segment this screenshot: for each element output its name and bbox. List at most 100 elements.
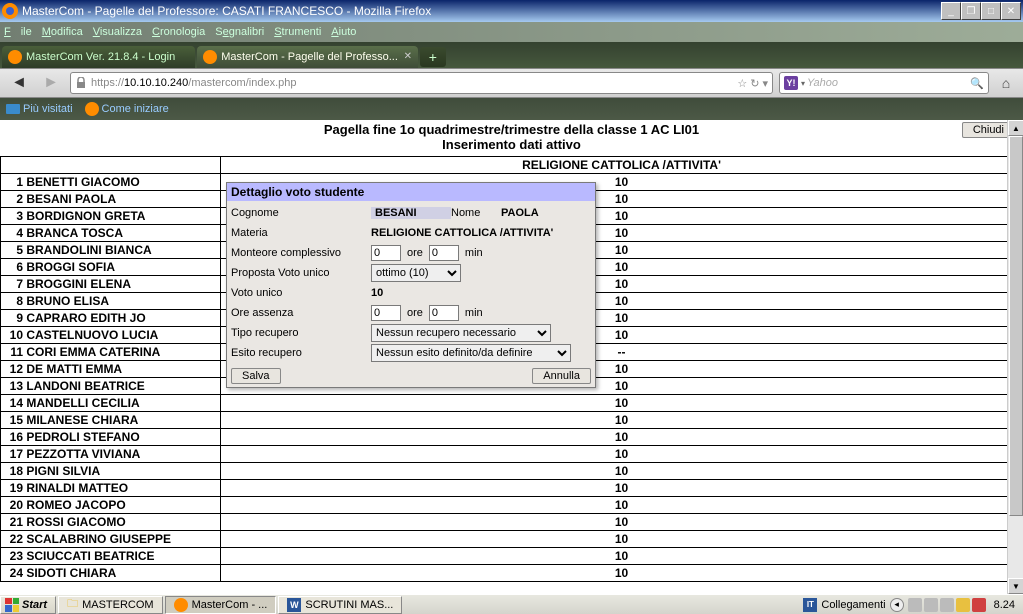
ore-label: ore — [407, 247, 423, 259]
menu-file[interactable]: File — [4, 26, 32, 38]
url-path: /mastercom/index.php — [188, 77, 296, 89]
tray-icon[interactable] — [924, 598, 938, 612]
taskbar-item-word[interactable]: W SCRUTINI MAS... — [278, 596, 402, 614]
home-button[interactable]: ⌂ — [995, 72, 1017, 94]
tray-icon[interactable] — [956, 598, 970, 612]
materia-value: RELIGIONE CATTOLICA /ATTIVITA' — [371, 227, 553, 239]
min-label: min — [465, 247, 483, 259]
cognome-value: BESANI — [371, 207, 451, 219]
language-indicator[interactable]: IT — [803, 598, 817, 612]
system-tray: IT Collegamenti ◂ 8.24 — [803, 598, 1023, 612]
student-name-cell: 7 BROGGINI ELENA — [1, 276, 221, 293]
nome-value: PAOLA — [501, 207, 539, 219]
bookmark-getting-started[interactable]: Come iniziare — [85, 102, 169, 116]
menu-visualizza[interactable]: Visualizza — [93, 26, 142, 38]
student-name-cell: 18 PIGNI SILVIA — [1, 463, 221, 480]
forward-button[interactable]: ► — [38, 72, 64, 94]
close-window-button[interactable]: ✕ — [1001, 2, 1021, 20]
table-row[interactable]: 23 SCIUCCATI BEATRICE10 — [1, 548, 1023, 565]
esito-select[interactable]: Nessun esito definito/da definire — [371, 344, 571, 362]
menu-cronologia[interactable]: Cronologia — [152, 26, 205, 38]
minimize-button[interactable]: _ — [941, 2, 961, 20]
menu-modifica[interactable]: Modifica — [42, 26, 83, 38]
scroll-up-button[interactable]: ▲ — [1008, 120, 1023, 136]
materia-label: Materia — [231, 227, 371, 239]
student-name-cell: 21 ROSSI GIACOMO — [1, 514, 221, 531]
window-title: MasterCom - Pagelle del Professore: CASA… — [22, 4, 941, 18]
page-title: Pagella fine 1o quadrimestre/trimestre d… — [324, 122, 699, 137]
tray-icon[interactable] — [908, 598, 922, 612]
tray-expand-icon[interactable]: ◂ — [890, 598, 904, 612]
student-name-cell: 3 BORDIGNON GRETA — [1, 208, 221, 225]
browser-tab-2[interactable]: MasterCom - Pagelle del Professo... ✕ — [197, 46, 418, 68]
student-grade-cell: 10 — [221, 497, 1023, 514]
tab-label: MasterCom - Pagelle del Professo... — [221, 51, 398, 63]
taskbar-item-folder[interactable]: 🗀 MASTERCOM — [58, 596, 163, 614]
student-detail-dialog: Dettaglio voto studente Cognome BESANI N… — [226, 182, 596, 388]
esito-label: Esito recupero — [231, 347, 371, 359]
url-host: 10.10.10.240 — [124, 77, 188, 89]
maximize-button[interactable]: □ — [981, 2, 1001, 20]
menu-aiuto[interactable]: Aiuto — [331, 26, 356, 38]
scroll-down-button[interactable]: ▼ — [1008, 578, 1023, 594]
table-row[interactable]: 14 MANDELLI CECILIA10 — [1, 395, 1023, 412]
table-row[interactable]: 17 PEZZOTTA VIVIANA10 — [1, 446, 1023, 463]
folder-icon: 🗀 — [67, 595, 78, 614]
firefox-icon — [203, 50, 217, 64]
vertical-scrollbar[interactable]: ▲ ▼ — [1007, 120, 1023, 594]
nav-toolbar: ◄ ► https://10.10.10.240/mastercom/index… — [0, 68, 1023, 98]
windows-flag-icon — [5, 598, 19, 612]
browser-tab-1[interactable]: MasterCom Ver. 21.8.4 - Login — [2, 46, 195, 68]
url-scheme: https:// — [91, 77, 124, 89]
table-row[interactable]: 16 PEDROLI STEFANO10 — [1, 429, 1023, 446]
close-tab-icon[interactable]: ✕ — [402, 50, 414, 62]
bookmark-star-icon[interactable]: ☆ — [737, 77, 747, 90]
menu-strumenti[interactable]: Strumenti — [274, 26, 321, 38]
scroll-thumb[interactable] — [1009, 136, 1023, 516]
table-row[interactable]: 19 RINALDI MATTEO10 — [1, 480, 1023, 497]
url-dropdown-icon[interactable]: ▾ — [762, 77, 768, 90]
col-name-header — [1, 157, 221, 174]
url-bar[interactable]: https://10.10.10.240/mastercom/index.php… — [70, 72, 773, 94]
menu-segnalibri[interactable]: Segnalibri — [215, 26, 264, 38]
engine-dropdown-icon[interactable]: ▾ — [801, 79, 805, 88]
search-placeholder: Yahoo — [807, 77, 838, 89]
search-box[interactable]: Y! ▾ Yahoo 🔍 — [779, 72, 989, 94]
save-button[interactable]: Salva — [231, 368, 281, 384]
proposta-select[interactable]: ottimo (10) — [371, 264, 461, 282]
tipo-select[interactable]: Nessun recupero necessario — [371, 324, 551, 342]
start-button[interactable]: Start — [0, 596, 56, 614]
assenza-min-input[interactable] — [429, 305, 459, 321]
table-row[interactable]: 18 PIGNI SILVIA10 — [1, 463, 1023, 480]
table-row[interactable]: 15 MILANESE CHIARA10 — [1, 412, 1023, 429]
student-grade-cell: 10 — [221, 531, 1023, 548]
tray-icon[interactable] — [972, 598, 986, 612]
taskbar-item-firefox[interactable]: MasterCom - ... — [165, 596, 277, 614]
restore-button[interactable]: ❐ — [961, 2, 981, 20]
table-row[interactable]: 22 SCALABRINO GIUSEPPE10 — [1, 531, 1023, 548]
table-row[interactable]: 24 SIDOTI CHIARA10 — [1, 565, 1023, 582]
cancel-button[interactable]: Annulla — [532, 368, 591, 384]
table-row[interactable]: 21 ROSSI GIACOMO10 — [1, 514, 1023, 531]
monteore-min-input[interactable] — [429, 245, 459, 261]
new-tab-button[interactable]: + — [420, 47, 446, 67]
back-button[interactable]: ◄ — [6, 72, 32, 94]
firefox-icon — [8, 50, 22, 64]
firefox-icon — [85, 102, 99, 116]
clock[interactable]: 8.24 — [990, 599, 1019, 611]
tray-links-label[interactable]: Collegamenti — [821, 599, 885, 611]
student-name-cell: 14 MANDELLI CECILIA — [1, 395, 221, 412]
tray-icon[interactable] — [940, 598, 954, 612]
bookmarks-bar: Più visitati Come iniziare — [0, 98, 1023, 120]
monteore-ore-input[interactable] — [371, 245, 401, 261]
page-subtitle: Inserimento dati attivo — [0, 137, 1023, 156]
word-icon: W — [287, 598, 301, 612]
table-row[interactable]: 20 ROMEO JACOPO10 — [1, 497, 1023, 514]
bookmark-most-visited[interactable]: Più visitati — [6, 102, 73, 116]
min-label-2: min — [465, 307, 483, 319]
reload-icon[interactable]: ↻ — [750, 77, 759, 90]
menu-bar: File Modifica Visualizza Cronologia Segn… — [0, 22, 1023, 42]
search-icon[interactable]: 🔍 — [970, 77, 984, 90]
bookmark-folder-icon — [6, 102, 20, 116]
assenza-ore-input[interactable] — [371, 305, 401, 321]
